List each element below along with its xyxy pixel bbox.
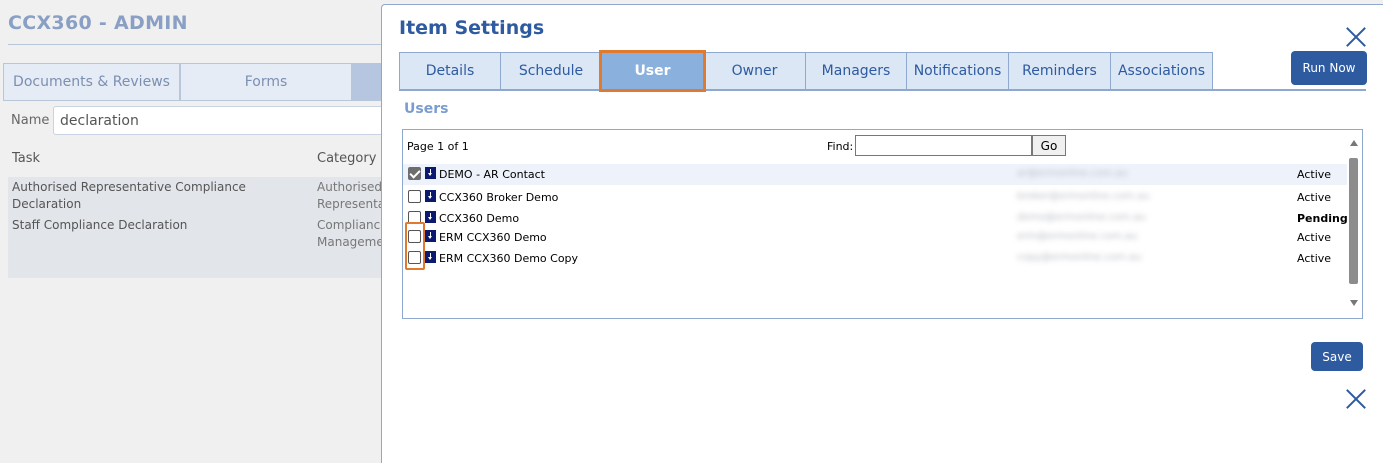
user-status: Active (1297, 252, 1332, 265)
download-arrow-icon[interactable] (425, 190, 436, 202)
admin-tab-documents-reviews[interactable]: Documents & Reviews (3, 63, 180, 101)
run-now-button[interactable]: Run Now (1291, 51, 1367, 85)
download-arrow-icon[interactable] (425, 211, 436, 223)
list-item[interactable]: CCX360 Demo demo@ermonline.com.au Pendin… (403, 208, 1348, 229)
save-button[interactable]: Save (1311, 342, 1363, 371)
checkbox-highlight-annotation (405, 222, 425, 270)
table-row-category: Authorised Representative (317, 180, 387, 211)
user-name: ERM CCX360 Demo Copy (439, 252, 579, 265)
tab-schedule[interactable]: Schedule (500, 52, 602, 90)
user-name: DEMO - AR Contact (439, 168, 545, 181)
users-list-frame: Page 1 of 1 Find: Go DEMO - AR Contact a… (402, 129, 1363, 319)
name-filter-input[interactable] (53, 106, 393, 135)
tab-managers[interactable]: Managers (805, 52, 907, 90)
user-status: Active (1297, 231, 1332, 244)
user-email: broker@ermonline.com.au (1017, 191, 1150, 202)
task-column-header: Task (12, 151, 41, 166)
user-status: Active (1297, 191, 1332, 204)
go-button[interactable]: Go (1032, 135, 1066, 156)
close-icon[interactable] (1345, 26, 1367, 48)
admin-title-divider (8, 44, 388, 45)
scroll-thumb[interactable] (1349, 158, 1358, 284)
tab-associations[interactable]: Associations (1110, 52, 1213, 90)
admin-page-background: CCX360 - ADMIN Documents & Reviews Forms… (0, 0, 400, 463)
users-section-label: Users (404, 101, 449, 117)
table-row-task[interactable]: Authorised Representative Compliance Dec… (12, 179, 302, 213)
page-indicator: Page 1 of 1 (407, 140, 469, 153)
checkbox-icon[interactable] (408, 167, 421, 180)
tab-reminders[interactable]: Reminders (1008, 52, 1111, 90)
modal-title: Item Settings (399, 17, 545, 39)
close-icon[interactable] (1345, 388, 1367, 410)
find-input[interactable] (855, 135, 1032, 156)
tab-owner[interactable]: Owner (703, 52, 806, 90)
scroll-down-icon[interactable] (1350, 300, 1358, 306)
user-name: CCX360 Broker Demo (439, 191, 559, 204)
scroll-up-icon[interactable] (1350, 140, 1358, 146)
user-email: ar@ermonline.com.au (1017, 168, 1128, 179)
scrollbar[interactable] (1347, 140, 1361, 316)
name-filter-label: Name (11, 113, 50, 128)
download-arrow-icon[interactable] (425, 230, 436, 242)
tab-user[interactable]: User (599, 50, 706, 92)
user-status: Active (1297, 168, 1332, 181)
user-status: Pending (1297, 212, 1348, 225)
tab-notifications[interactable]: Notifications (906, 52, 1009, 90)
list-item[interactable]: ERM CCX360 Demo Copy copy@ermonline.com.… (403, 248, 1347, 269)
user-name: CCX360 Demo (439, 212, 520, 225)
settings-tabs: Details Schedule User Owner Managers Not… (399, 50, 1213, 92)
user-email: copy@ermonline.com.au (1017, 252, 1142, 263)
tabs-divider (399, 89, 1366, 91)
admin-tabs: Documents & Reviews Forms (3, 63, 392, 101)
user-name: ERM CCX360 Demo (439, 231, 547, 244)
list-item[interactable]: CCX360 Broker Demo broker@ermonline.com.… (403, 187, 1347, 208)
item-settings-modal: Item Settings Details Schedule User Owne… (381, 4, 1383, 463)
list-item[interactable]: ERM CCX360 Demo erm@ermonline.com.au Act… (403, 227, 1347, 248)
user-email: erm@ermonline.com.au (1017, 231, 1138, 242)
find-label: Find: (827, 140, 854, 153)
download-arrow-icon[interactable] (425, 167, 436, 179)
checkbox-icon[interactable] (408, 190, 421, 203)
admin-tab-forms[interactable]: Forms (180, 63, 352, 101)
category-column-header: Category (317, 151, 377, 166)
table-row-task[interactable]: Staff Compliance Declaration (12, 217, 302, 234)
tab-details[interactable]: Details (399, 52, 501, 90)
table-row-category: Compliance Management (317, 218, 387, 249)
download-arrow-icon[interactable] (425, 251, 436, 263)
admin-title: CCX360 - ADMIN (8, 12, 188, 34)
user-email: demo@ermonline.com.au (1017, 212, 1146, 223)
list-item[interactable]: DEMO - AR Contact ar@ermonline.com.au Ac… (403, 164, 1347, 185)
